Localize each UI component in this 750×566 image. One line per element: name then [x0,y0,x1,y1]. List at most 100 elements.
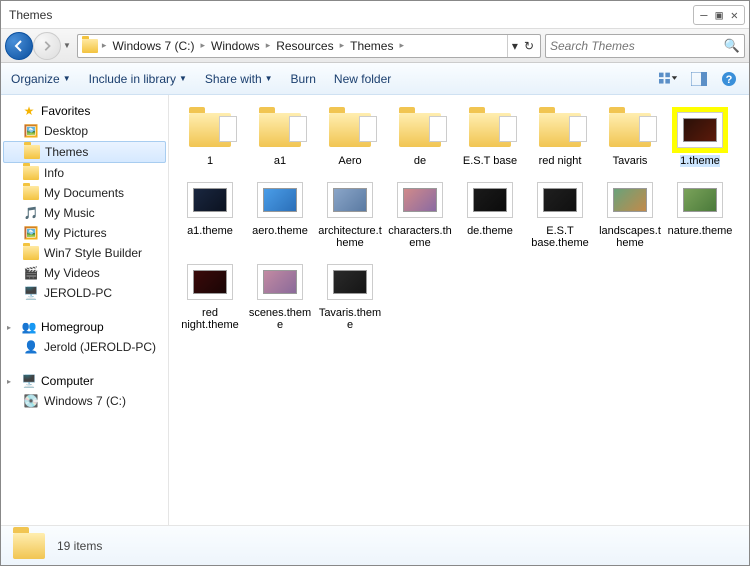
preview-pane-button[interactable] [689,71,709,87]
explorer-window: Themes — ▣ ✕ ▼ ▸ Windows 7 (C:) ▸ Window… [0,0,750,566]
items-grid: 1a1AerodeE.S.T basered nightTavaris1.the… [175,105,743,339]
folder-item[interactable]: a1 [245,107,315,167]
item-thumbnail [532,177,588,223]
titlebar[interactable]: Themes — ▣ ✕ [1,1,749,29]
favorites-header[interactable]: ★ Favorites [1,101,168,121]
details-pane: 19 items [1,525,749,565]
computer-icon: 🖥️ [21,373,37,389]
item-thumbnail [252,177,308,223]
file-item[interactable]: red night.theme [175,259,245,331]
folder-item[interactable]: E.S.T base [455,107,525,167]
sidebar-item-label: My Videos [44,266,100,280]
chevron-right-icon[interactable]: ▸ [397,40,406,51]
sidebar-item[interactable]: 🎵 My Music [1,203,168,223]
sidebar-item[interactable]: 🖥️JEROLD-PC [1,283,168,303]
file-item[interactable]: de.theme [455,177,525,249]
view-options-button[interactable] [659,71,679,87]
file-item[interactable]: Tavaris.theme [315,259,385,331]
sidebar-item[interactable]: Info [1,163,168,183]
svg-text:?: ? [726,74,733,86]
item-thumbnail [322,259,378,305]
file-list[interactable]: 1a1AerodeE.S.T basered nightTavaris1.the… [169,95,749,525]
chevron-right-icon[interactable]: ▸ [100,40,109,51]
sidebar-item[interactable]: 👤Jerold (JEROLD-PC) [1,337,168,357]
sidebar-item[interactable]: 🖼️My Pictures [1,223,168,243]
item-label: Tavaris.theme [317,307,383,331]
breadcrumb-segment[interactable]: Windows [207,39,264,53]
chevron-right-icon: ▸ [7,323,17,332]
organize-button[interactable]: Organize▼ [11,72,71,86]
search-icon[interactable]: 🔍 [724,38,740,54]
sidebar-item-label: My Music [44,206,95,220]
item-thumbnail [602,177,658,223]
computer-header[interactable]: ▸ 🖥️ Computer [1,371,168,391]
item-label: E.S.T base.theme [527,225,593,249]
chevron-down-icon: ▼ [63,74,71,83]
file-item[interactable]: 1.theme [665,107,735,167]
new-folder-button[interactable]: New folder [334,72,391,86]
search-box[interactable]: 🔍 [545,34,745,58]
file-item[interactable]: architecture.theme [315,177,385,249]
preview-pane-icon [691,72,707,86]
forward-button[interactable] [33,32,61,60]
item-label: characters.theme [387,225,453,249]
chevron-right-icon[interactable]: ▸ [338,40,347,51]
help-icon: ? [721,71,737,87]
maximize-button[interactable]: ▣ [716,8,723,22]
sidebar-item[interactable]: Themes [3,141,166,163]
sidebar-item-label: My Pictures [44,226,107,240]
share-with-button[interactable]: Share with▼ [205,72,273,86]
sidebar-item-label: Windows 7 (C:) [44,394,126,408]
file-item[interactable]: aero.theme [245,177,315,249]
breadcrumb-segment[interactable]: Themes [346,39,397,53]
chevron-right-icon[interactable]: ▸ [198,40,207,51]
item-thumbnail [462,107,518,153]
file-item[interactable]: a1.theme [175,177,245,249]
sidebar-item-label: Win7 Style Builder [44,246,142,260]
item-label: red night.theme [177,307,243,331]
sidebar-item[interactable]: 🖼️Desktop [1,121,168,141]
sidebar-item[interactable]: 💽Windows 7 (C:) [1,391,168,411]
file-item[interactable]: characters.theme [385,177,455,249]
breadcrumb-segment[interactable]: Windows 7 (C:) [108,39,198,53]
file-item[interactable]: scenes.theme [245,259,315,331]
homegroup-list: 👤Jerold (JEROLD-PC) [1,337,168,357]
refresh-button[interactable]: ↻ [524,39,534,53]
minimize-button[interactable]: — [700,8,707,22]
back-button[interactable] [5,32,33,60]
address-dropdown[interactable]: ▾ [512,39,518,53]
user-icon: 👤 [23,339,39,355]
file-item[interactable]: nature.theme [665,177,735,249]
search-input[interactable] [550,39,724,53]
folder-item[interactable]: Tavaris [595,107,665,167]
item-count: 19 items [57,539,102,553]
window-controls: — ▣ ✕ [693,5,745,25]
homegroup-header[interactable]: ▸ 👥 Homegroup [1,317,168,337]
item-thumbnail [602,107,658,153]
item-thumbnail [672,107,728,153]
history-dropdown[interactable]: ▼ [61,41,73,50]
breadcrumb-segment[interactable]: Resources [272,39,337,53]
help-button[interactable]: ? [719,71,739,87]
burn-button[interactable]: Burn [291,72,316,86]
folder-icon: 🎵 [23,205,39,221]
item-thumbnail [182,177,238,223]
sidebar-item[interactable]: My Documents [1,183,168,203]
include-library-button[interactable]: Include in library▼ [89,72,187,86]
folder-item[interactable]: Aero [315,107,385,167]
address-bar[interactable]: ▸ Windows 7 (C:) ▸ Windows ▸ Resources ▸… [77,34,541,58]
sidebar-item[interactable]: Win7 Style Builder [1,243,168,263]
navigation-pane[interactable]: ★ Favorites 🖼️DesktopThemesInfoMy Docume… [1,95,169,525]
file-item[interactable]: landscapes.theme [595,177,665,249]
sidebar-item[interactable]: 🎬My Videos [1,263,168,283]
folder-item[interactable]: 1 [175,107,245,167]
homegroup-group: ▸ 👥 Homegroup 👤Jerold (JEROLD-PC) [1,317,168,357]
folder-item[interactable]: red night [525,107,595,167]
item-thumbnail [252,107,308,153]
chevron-right-icon[interactable]: ▸ [264,40,273,51]
item-thumbnail [462,177,518,223]
file-item[interactable]: E.S.T base.theme [525,177,595,249]
folder-item[interactable]: de [385,107,455,167]
close-button[interactable]: ✕ [731,8,738,22]
chevron-down-icon: ▼ [179,74,187,83]
